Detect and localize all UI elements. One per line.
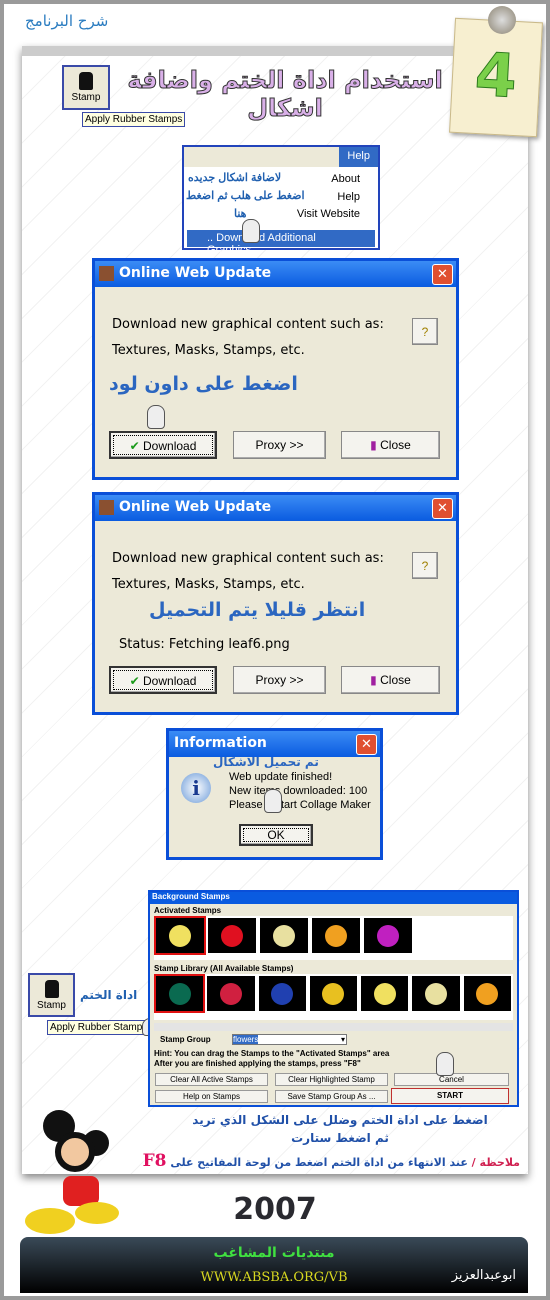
stamp-label: Stamp [71, 92, 101, 103]
stamp-tool-label: اداة الختم [80, 988, 138, 1002]
description-line: Textures, Masks, Stamps, etc. [112, 577, 305, 592]
library-stamp[interactable] [153, 974, 206, 1013]
download-button[interactable]: ✔ Download [109, 431, 217, 459]
forum-name: منتديات المشاغب [213, 1245, 335, 1261]
year: 2007 [233, 1192, 317, 1227]
annotation: انتظر قليلا يتم التحميل [149, 599, 366, 621]
close-icon[interactable]: ✕ [356, 734, 377, 755]
close-button[interactable]: ▮ Close [341, 431, 440, 459]
help-button[interactable]: ? [412, 552, 438, 579]
activated-stamp[interactable] [154, 916, 206, 955]
stamp-tooltip: Apply Rubber Stamps [47, 1020, 151, 1035]
instruction-line: ثم اضغط ستارت [291, 1131, 389, 1145]
clear-highlighted-button[interactable]: Clear Highlighted Stamp [275, 1073, 388, 1086]
instruction-line: اضغط على اداة الختم وضلل على الشكل الذي … [192, 1113, 488, 1127]
group-select[interactable]: flowers ▾ [232, 1034, 347, 1045]
door-icon: ▮ [370, 673, 377, 687]
help-button[interactable]: ? [412, 318, 438, 345]
activated-stamp[interactable] [260, 918, 308, 953]
clear-all-button[interactable]: Clear All Active Stamps [155, 1073, 268, 1086]
annotation: تم تحميل الاشكال [213, 755, 319, 769]
dialog-title: Online Web Update [119, 499, 272, 515]
stamp-library-area[interactable] [153, 974, 513, 1020]
stamp-tool-button[interactable]: Stamp [28, 973, 75, 1017]
library-stamp[interactable] [207, 976, 255, 1011]
stamp-tool-button[interactable]: Stamp [62, 65, 110, 110]
download-button[interactable]: ✔ Download [109, 666, 217, 694]
step-note: 4 [449, 17, 543, 138]
annotation-line: لاضافة اشكال جديده [188, 172, 282, 184]
menu-item-about[interactable]: About [331, 173, 360, 185]
menu-item-visit-website[interactable]: Visit Website [297, 208, 360, 220]
menu-item-help[interactable]: Help [337, 191, 360, 203]
annotation: اضغط على داون لود [109, 373, 298, 395]
group-label: Stamp Group [160, 1035, 211, 1044]
help-menu: Help About Help Visit Website لاضافة اشك… [182, 145, 380, 256]
app-icon [99, 266, 114, 281]
proxy-button[interactable]: Proxy >> [233, 666, 326, 694]
annotation-line: اضغط على هلب ثم اضغط [186, 190, 305, 202]
description-line: Download new graphical content such as: [112, 317, 384, 332]
stamp-tooltip: Apply Rubber Stamps [82, 112, 186, 127]
dialog-title: Information [174, 735, 267, 751]
hand-pointer-icon [242, 219, 260, 243]
chevron-down-icon: ▾ [340, 1035, 345, 1044]
activated-stamp[interactable] [312, 918, 360, 953]
hand-pointer-icon [436, 1052, 454, 1076]
online-update-dialog-progress: Online Web Update ✕ Download new graphica… [92, 492, 459, 715]
app-icon [99, 500, 114, 515]
status-text: Status: Fetching leaf6.png [119, 637, 290, 652]
proxy-button[interactable]: Proxy >> [233, 431, 326, 459]
description-line: Textures, Masks, Stamps, etc. [112, 343, 305, 358]
step-number: 4 [473, 39, 519, 113]
library-stamp[interactable] [258, 976, 306, 1011]
library-label: Stamp Library (All Available Stamps) [154, 964, 294, 973]
help-on-stamps-button[interactable]: Help on Stamps [155, 1090, 268, 1103]
annotation-line: هنا [234, 208, 247, 220]
library-stamp[interactable] [309, 976, 358, 1011]
stamp-icon [44, 980, 59, 998]
hand-pointer-icon [147, 405, 165, 429]
close-icon[interactable]: ✕ [432, 498, 453, 519]
door-icon: ▮ [370, 438, 377, 452]
hand-pointer-icon [264, 789, 282, 813]
ok-button[interactable]: OK [239, 824, 313, 846]
menu-item-download-graphics[interactable]: .. Download Additional Graphics [187, 230, 375, 256]
footer-bar: منتديات المشاغب WWW.ABSBA.ORG/VB ابوعبدا… [20, 1237, 528, 1293]
information-dialog: Information ✕ i تم تحميل الاشكال Web upda… [166, 728, 383, 860]
stamp-icon [79, 72, 93, 90]
activated-stamps-area[interactable] [154, 916, 513, 960]
library-stamp[interactable] [361, 976, 409, 1011]
close-icon[interactable]: ✕ [432, 264, 453, 285]
save-group-button[interactable]: Save Stamp Group As ... [275, 1090, 388, 1103]
info-icon: i [181, 773, 211, 803]
pushpin-icon [488, 6, 516, 34]
hint: After you are finished applying the stam… [154, 1059, 361, 1068]
activated-stamp[interactable] [364, 918, 412, 953]
hint: Hint: You can drag the Stamps to the "Ac… [154, 1049, 390, 1058]
check-icon: ✔ [129, 674, 140, 688]
start-button[interactable]: START [391, 1088, 509, 1104]
author-name: ابوعبدالعزيز [451, 1268, 516, 1283]
message: Web update finished! New items downloaded… [229, 771, 371, 811]
description-line: Download new graphical content such as: [112, 551, 384, 566]
horizontal-scrollbar[interactable] [154, 1023, 513, 1031]
library-stamp[interactable] [412, 976, 460, 1011]
background-stamps-dialog: Background Stamps Activated Stamps Stamp… [148, 890, 519, 1107]
library-stamp[interactable] [463, 976, 511, 1011]
activated-stamp[interactable] [208, 918, 256, 953]
dialog-title: Online Web Update [119, 265, 272, 281]
help-menu-title[interactable]: Help [339, 147, 378, 167]
close-button[interactable]: ▮ Close [341, 666, 440, 694]
section-title: شرح البرنامج [25, 12, 109, 30]
online-update-dialog: Online Web Update ✕ Download new graphica… [92, 258, 459, 480]
note-line: ملاحظة / عند الانتهاء من اداة الختم اضغط… [142, 1151, 520, 1171]
check-icon: ✔ [129, 439, 140, 453]
activated-label: Activated Stamps [154, 906, 222, 915]
dialog-title: Background Stamps [150, 892, 517, 904]
